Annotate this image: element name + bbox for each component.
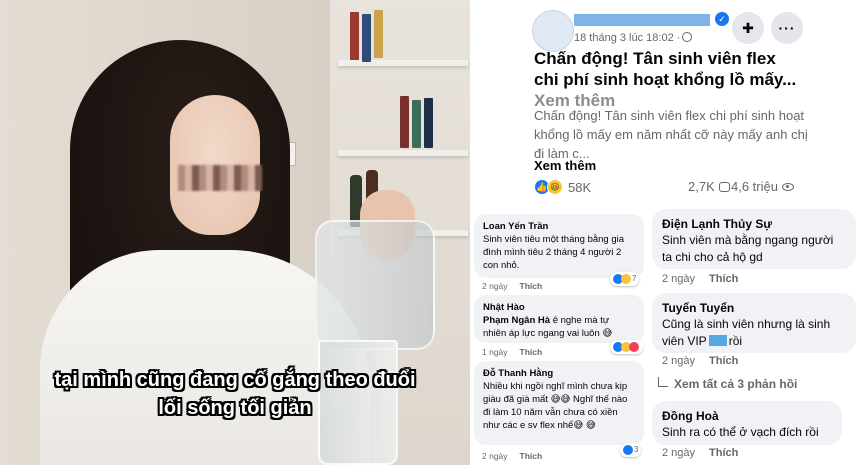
haha-reaction-icon [621,274,631,284]
verified-badge-icon: ✓ [715,12,729,26]
love-reaction-icon [629,342,639,352]
comment-reactions[interactable]: 3 [620,443,642,457]
screenshot-collage: tại mình cũng đang cố gắng theo đuổi lối… [0,0,862,465]
more-options-button[interactable]: ··· [771,12,803,44]
comment-text: Phạm Ngân Hà ê nghe mà tự nhiên áp lực n… [483,315,613,339]
comment-meta: 2 ngày Thích [662,447,739,459]
commenter-name[interactable]: Nhật Hào [483,301,635,314]
comment-meta: 2 ngày Thích [482,281,543,291]
like-comment-button[interactable]: Thích [520,451,543,461]
commenter-name[interactable]: Loan Yến Trần [483,220,635,233]
tagged-user[interactable]: Phạm Ngân Hà [483,315,550,326]
comment-reactions[interactable] [610,340,643,354]
comment-count[interactable]: 2,7K [688,179,730,194]
haha-reaction-icon: 😆 [547,179,563,195]
comment-text: Cũng là sinh viên nhưng là sinh viên VIP… [662,317,831,348]
face-blur-censor [178,165,262,191]
comment-meta: 2 ngày Thích [482,451,543,461]
comment-bubble: Tuyển Tuyển Cũng là sinh viên nhưng là s… [652,293,856,353]
comment-bubble: Nhật Hào Phạm Ngân Hà ê nghe mà tự nhiên… [474,295,644,343]
save-post-button[interactable]: ✚ [732,12,764,44]
post-body: Chấn động! Tân sinh viên flex chi phí si… [534,108,808,161]
comment-meta: 2 ngày Thích [662,273,739,285]
commenter-name[interactable]: Tuyển Tuyển [662,300,846,316]
eye-icon [781,182,794,191]
video-frame-photo: tại mình cũng đang cố gắng theo đuổi lối… [0,0,470,465]
like-reaction-icon [623,445,633,455]
post-timestamp[interactable]: 18 tháng 3 lúc 18:02 · [574,32,693,44]
reaction-count: 58K [568,179,592,195]
comment-text: Sinh viên tiêu một tháng bằng gia đình m… [483,234,625,271]
water-pitcher [315,220,435,350]
like-comment-button[interactable]: Thích [709,273,738,285]
video-caption-line-1: tại mình cũng đang cố gắng theo đuổi [54,369,416,391]
redacted-emoji [708,335,727,346]
reactions-summary[interactable]: 👍 😆 58K [534,179,591,195]
comment-text: Sinh ra có thể ở vạch đích rồi [662,425,819,439]
post-headline: Chấn động! Tân sinh viên flex chi phí si… [534,49,797,110]
page-avatar[interactable] [532,10,574,52]
comment-column-left: Loan Yến Trần Sinh viên tiêu một tháng b… [470,205,648,465]
like-comment-button[interactable]: Thích [709,355,738,367]
commenter-name[interactable]: Đỗ Thanh Hằng [483,367,635,380]
comment-bubble: Loan Yến Trần Sinh viên tiêu một tháng b… [474,214,644,278]
like-comment-button[interactable]: Thích [520,347,543,357]
reply-arrow-icon [658,377,668,387]
comment-icon [718,181,730,192]
comment-text: Sinh viên mà bằng ngang người ta chi cho… [662,233,834,264]
comment-text: Nhiều khi ngồi nghĩ mình chưa kịp giàu đ… [483,381,628,431]
comment-reactions[interactable]: 7 [610,272,640,286]
facebook-post: ✓ 18 tháng 3 lúc 18:02 · ✚ ··· Chấn động… [518,0,862,205]
like-comment-button[interactable]: Thích [709,447,738,459]
comment-bubble: Đỗ Thanh Hằng Nhiều khi ngồi nghĩ mình c… [474,361,644,445]
redacted-page-name[interactable] [574,14,710,26]
commenter-name[interactable]: Đồng Hoà [662,408,832,424]
globe-icon [682,32,693,42]
comment-column-right: Điện Lạnh Thủy Sự Sinh viên mà bằng ngan… [648,205,862,465]
comment-bubble: Điện Lạnh Thủy Sự Sinh viên mà bằng ngan… [652,209,856,269]
commenter-name[interactable]: Điện Lạnh Thủy Sự [662,216,846,232]
see-more-link[interactable]: Xem thêm [534,158,596,173]
view-all-replies-link[interactable]: Xem tất cả 3 phản hồi [658,377,797,391]
comment-bubble: Đồng Hoà Sinh ra có thể ở vạch đích rồi [652,401,842,445]
video-caption-line-2: lối sống tối giản [158,397,312,419]
view-count: 4,6 triệu [731,179,794,194]
like-comment-button[interactable]: Thích [520,281,543,291]
comment-meta: 2 ngày Thích [662,355,739,367]
comment-meta: 1 ngày Thích [482,347,543,357]
